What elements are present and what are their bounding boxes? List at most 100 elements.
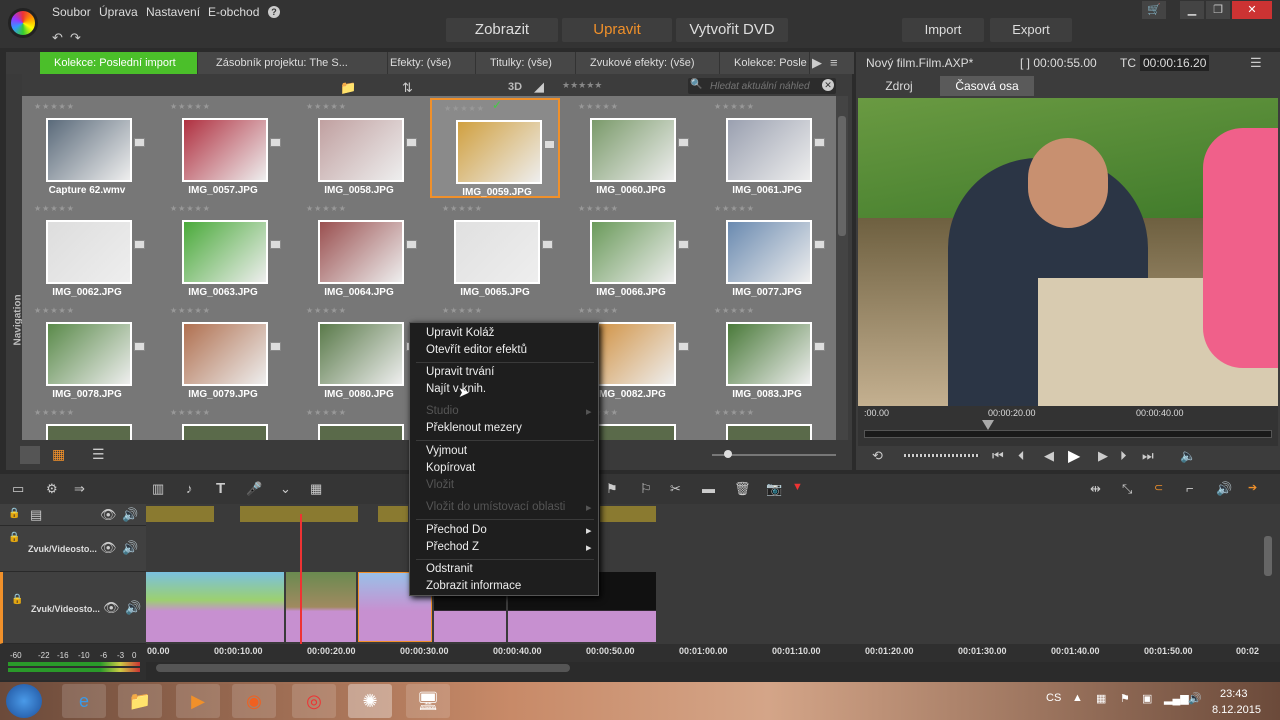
flag-icon[interactable] [270,342,281,351]
rating-stars[interactable]: ★★★★★ [578,102,619,111]
clear-search-icon[interactable]: ✕ [822,79,834,91]
trash-icon[interactable]: 🗑 [734,481,751,497]
snapshot-icon[interactable]: 📷 [766,481,782,497]
menu-find-in-library[interactable]: Najít v knih. [426,383,486,395]
tab-sound-effects[interactable]: Zvukové efekty: (vše) [576,52,720,74]
tab-titles[interactable]: Titulky: (vše) [476,52,576,74]
rating-stars[interactable]: ★★★★★ [34,204,75,213]
title-icon[interactable]: T [216,480,225,497]
flag-icon[interactable] [134,240,145,249]
scrub-bar[interactable] [864,430,1272,438]
media-thumbnail[interactable]: ★★★★★ IMG_0059.JPG ✓ [430,98,560,198]
menu-edit[interactable]: Úprava [99,5,138,19]
media-thumbnail[interactable]: ★★★★★ IMG_0058.JPG [294,98,424,198]
grid-view-icon[interactable]: ▦ [52,446,65,463]
media-thumbnail[interactable]: ★★★★★ [702,404,832,440]
storyboard-icon[interactable] [20,446,40,464]
flag-icon[interactable] [814,342,825,351]
mode-view-button[interactable]: Zobrazit [446,18,558,42]
media-thumbnail[interactable]: ★★★★★ IMG_0057.JPG [158,98,288,198]
pinnacle-icon[interactable]: ✺ [348,684,392,718]
explorer-icon[interactable]: 📁 [118,684,162,718]
rating-stars[interactable]: ★★★★★ [444,104,485,113]
media-thumbnail[interactable]: ★★★★★ IMG_0064.JPG [294,200,424,300]
flag-icon[interactable] [678,342,689,351]
tabs-list-icon[interactable]: ≡ [830,55,838,70]
app-logo[interactable] [8,8,38,38]
menu-show-info[interactable]: Zobrazit informace [426,580,521,592]
tray-expand-icon[interactable]: ▲ [1072,692,1083,704]
media-thumbnail[interactable]: ★★★★★ IMG_0077.JPG [702,200,832,300]
tab-collection-2[interactable]: Kolekce: Posle [720,52,810,74]
rating-stars[interactable]: ★★★★★ [170,102,211,111]
go-end-icon[interactable]: ⏭ [1142,448,1154,464]
montage-icon[interactable]: ▦ [310,481,322,497]
minimize-icon[interactable]: ▁ [1180,1,1204,19]
flag-icon[interactable] [542,240,553,249]
track-name[interactable]: Zvuk/Videostо... [28,544,97,554]
search-input[interactable] [710,79,820,93]
timeline-hscroll[interactable] [156,664,570,672]
import-button[interactable]: Import [902,18,984,42]
preview-menu-icon[interactable]: ☰ [1250,55,1262,71]
clip-icon[interactable]: ▬ [702,481,715,496]
flag-icon[interactable] [134,138,145,147]
start-button[interactable] [6,684,42,718]
cart-icon[interactable]: 🛒 [1142,1,1166,19]
rating-stars[interactable]: ★★★★★ [306,102,347,111]
media-thumbnail[interactable]: ★★★★★ [158,404,288,440]
step-back-icon[interactable]: ◀ [1044,448,1054,464]
speaker-icon[interactable]: 🔊 [122,507,138,523]
media-thumbnail[interactable]: ★★★★★ IMG_0063.JPG [158,200,288,300]
mixer-icon[interactable]: ▥ [152,481,164,497]
flag-icon[interactable] [544,140,555,149]
speaker-icon[interactable]: 🔊 [125,600,141,616]
media-thumbnail[interactable]: ★★★★★ IMG_0083.JPG [702,302,832,402]
rating-stars[interactable]: ★★★★★ [34,102,75,111]
folder-icon[interactable]: 📁 [340,80,356,96]
tab-effects[interactable]: Efekty: (vše) [376,52,476,74]
menu-transition-from[interactable]: Přechod Z [426,541,479,553]
audio-scrub-icon[interactable]: 🔊 [1216,481,1232,497]
export-button[interactable]: Export [990,18,1072,42]
restore-icon[interactable]: ❐ [1206,1,1230,19]
menu-delete[interactable]: Odstranit [426,563,473,575]
chrome-icon[interactable]: ◎ [292,684,336,718]
media-thumbnail[interactable]: ★★★★★ Capture 62.wmv [22,98,152,198]
sort-icon[interactable]: ⇅ [402,80,413,96]
library-scrollbar[interactable] [836,96,848,440]
flag-icon[interactable] [406,240,417,249]
track-options-icon[interactable]: ⇒ [74,481,85,497]
media-thumbnail[interactable]: ★★★★★ [22,404,152,440]
flag-icon[interactable] [134,342,145,351]
media-thumbnail[interactable]: ★★★★★ IMG_0078.JPG [22,302,152,402]
menu-file[interactable]: Soubor [52,5,91,19]
title-clip[interactable] [378,506,408,522]
title-clip[interactable] [600,506,656,522]
rating-stars[interactable]: ★★★★★ [34,408,75,417]
lock-icon[interactable]: 🔒 [8,532,20,543]
playhead[interactable] [300,514,302,650]
media-thumbnail[interactable]: ★★★★★ IMG_0079.JPG [158,302,288,402]
tab-source[interactable]: Zdroj [858,76,940,96]
ie-icon[interactable]: e [62,684,106,718]
audio-icon[interactable]: ♪ [186,481,193,496]
track-name[interactable]: Zvuk/Videostо... [31,604,100,614]
firefox-icon[interactable]: ◉ [232,684,276,718]
language-indicator[interactable]: CS [1046,692,1061,704]
ripple-icon[interactable]: ⇹ [1090,481,1101,497]
clock-time[interactable]: 23:43 [1220,688,1248,700]
dub-icon[interactable]: ⌄ [280,481,291,497]
go-start-icon[interactable]: ⏮ [992,448,1004,464]
rating-stars[interactable]: ★★★★★ [34,306,75,315]
media-thumbnail[interactable]: ★★★★★ IMG_0080.JPG [294,302,424,402]
speaker-icon[interactable]: 🔊 [122,540,138,556]
rating-stars[interactable]: ★★★★★ [170,408,211,417]
eye-icon[interactable]: 👁 [100,507,117,523]
screen-recorder-icon[interactable]: 🖥 [406,684,450,718]
media-thumbnail[interactable]: ★★★★★ [294,404,424,440]
title-clip[interactable] [240,506,358,522]
media-thumbnail[interactable]: ★★★★★ IMG_0062.JPG [22,200,152,300]
navigation-strip[interactable]: Navigation [6,74,24,440]
3d-toggle[interactable]: 3D [508,81,522,93]
